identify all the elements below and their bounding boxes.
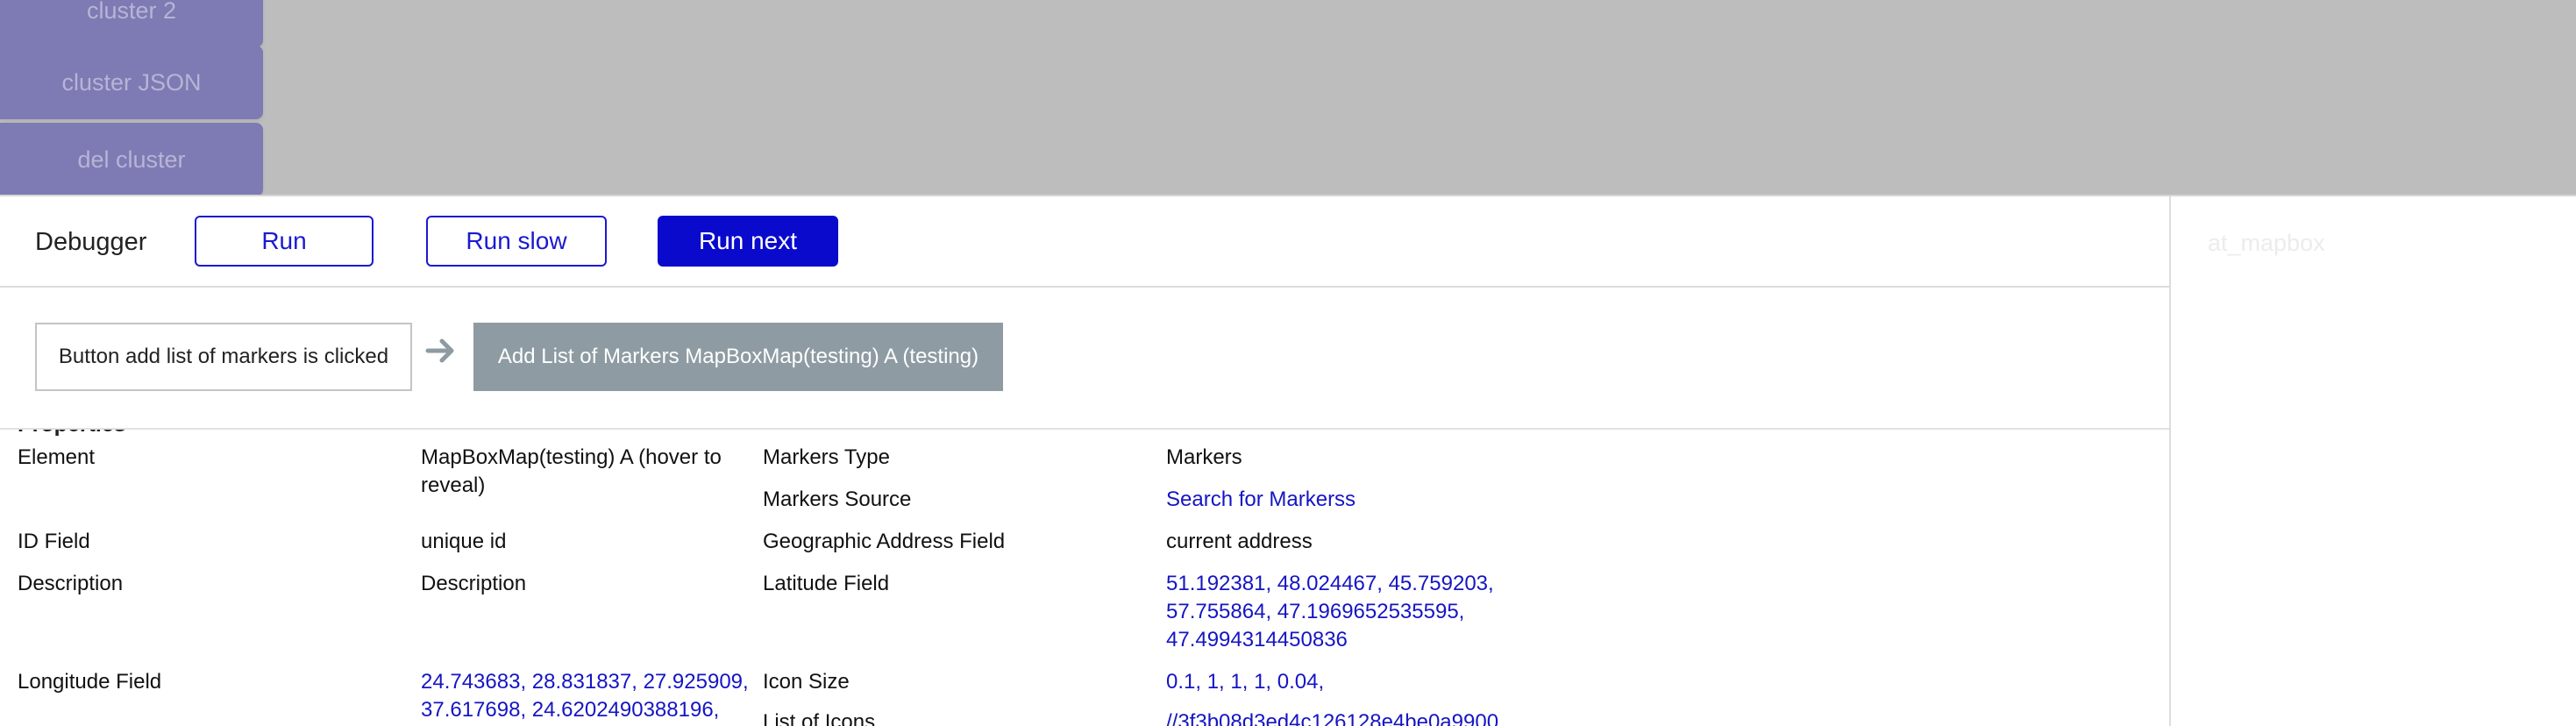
cluster-2-button[interactable]: cluster 2 (0, 0, 263, 47)
del-cluster-button[interactable]: del cluster (0, 123, 263, 196)
latitude-value[interactable]: 51.192381, 48.024467, 45.759203, 57.7558… (1166, 570, 1526, 654)
run-next-button[interactable]: Run next (658, 216, 838, 267)
id-field-value: unique id (421, 530, 507, 553)
list-of-icons-label: List of Icons (763, 710, 876, 726)
longitude-value[interactable]: 24.743683, 28.831837, 27.925909, 37.6176… (421, 668, 754, 724)
element-label: Element (18, 445, 96, 469)
icon-size-value[interactable]: 0.1, 1, 1, 1, 0.04, (1166, 668, 1324, 696)
markers-type-value: Markers (1166, 445, 1242, 469)
element-value[interactable]: MapBoxMap(testing) A (hover to reveal) (421, 444, 737, 500)
description-value: Description (421, 572, 527, 595)
arrow-right-icon (425, 338, 454, 363)
markers-type-label: Markers Type (763, 445, 890, 469)
action-step[interactable]: Add List of Markers MapBoxMap(testing) A… (473, 323, 1003, 391)
description-label: Description (18, 572, 124, 595)
event-step[interactable]: Button add list of markers is clicked (35, 323, 412, 391)
icon-size-label: Icon Size (763, 670, 850, 694)
debugger-toolbar: Debugger Run Run slow Run next (0, 196, 2169, 288)
latitude-label: Latitude Field (763, 572, 890, 595)
geo-address-label: Geographic Address Field (763, 530, 1006, 553)
debugger-title: Debugger (35, 228, 147, 256)
geo-address-value: current address (1166, 530, 1313, 553)
right-panel: at_mapbox (2169, 196, 2576, 726)
workflow-steps: Button add list of markers is clicked Ad… (0, 288, 2169, 430)
list-of-icons-value[interactable]: //3f3b08d3ed4c126128e4be0a9900 (1166, 708, 1498, 726)
properties-title: Properties (18, 430, 126, 438)
run-button[interactable]: Run (195, 216, 374, 267)
properties-section: Properties Element MapBoxMap(testing) A … (0, 430, 2169, 726)
longitude-label: Longitude Field (18, 670, 162, 694)
markers-source-link[interactable]: Search for Markerss (1166, 486, 1356, 514)
id-field-label: ID Field (18, 530, 90, 553)
markers-source-label: Markers Source (763, 488, 912, 511)
run-slow-button[interactable]: Run slow (426, 216, 607, 267)
right-panel-title: at_mapbox (2208, 230, 2325, 256)
debugger-panel: Debugger Run Run slow Run next Button ad… (0, 195, 2576, 726)
cluster-json-button[interactable]: cluster JSON (0, 46, 263, 119)
